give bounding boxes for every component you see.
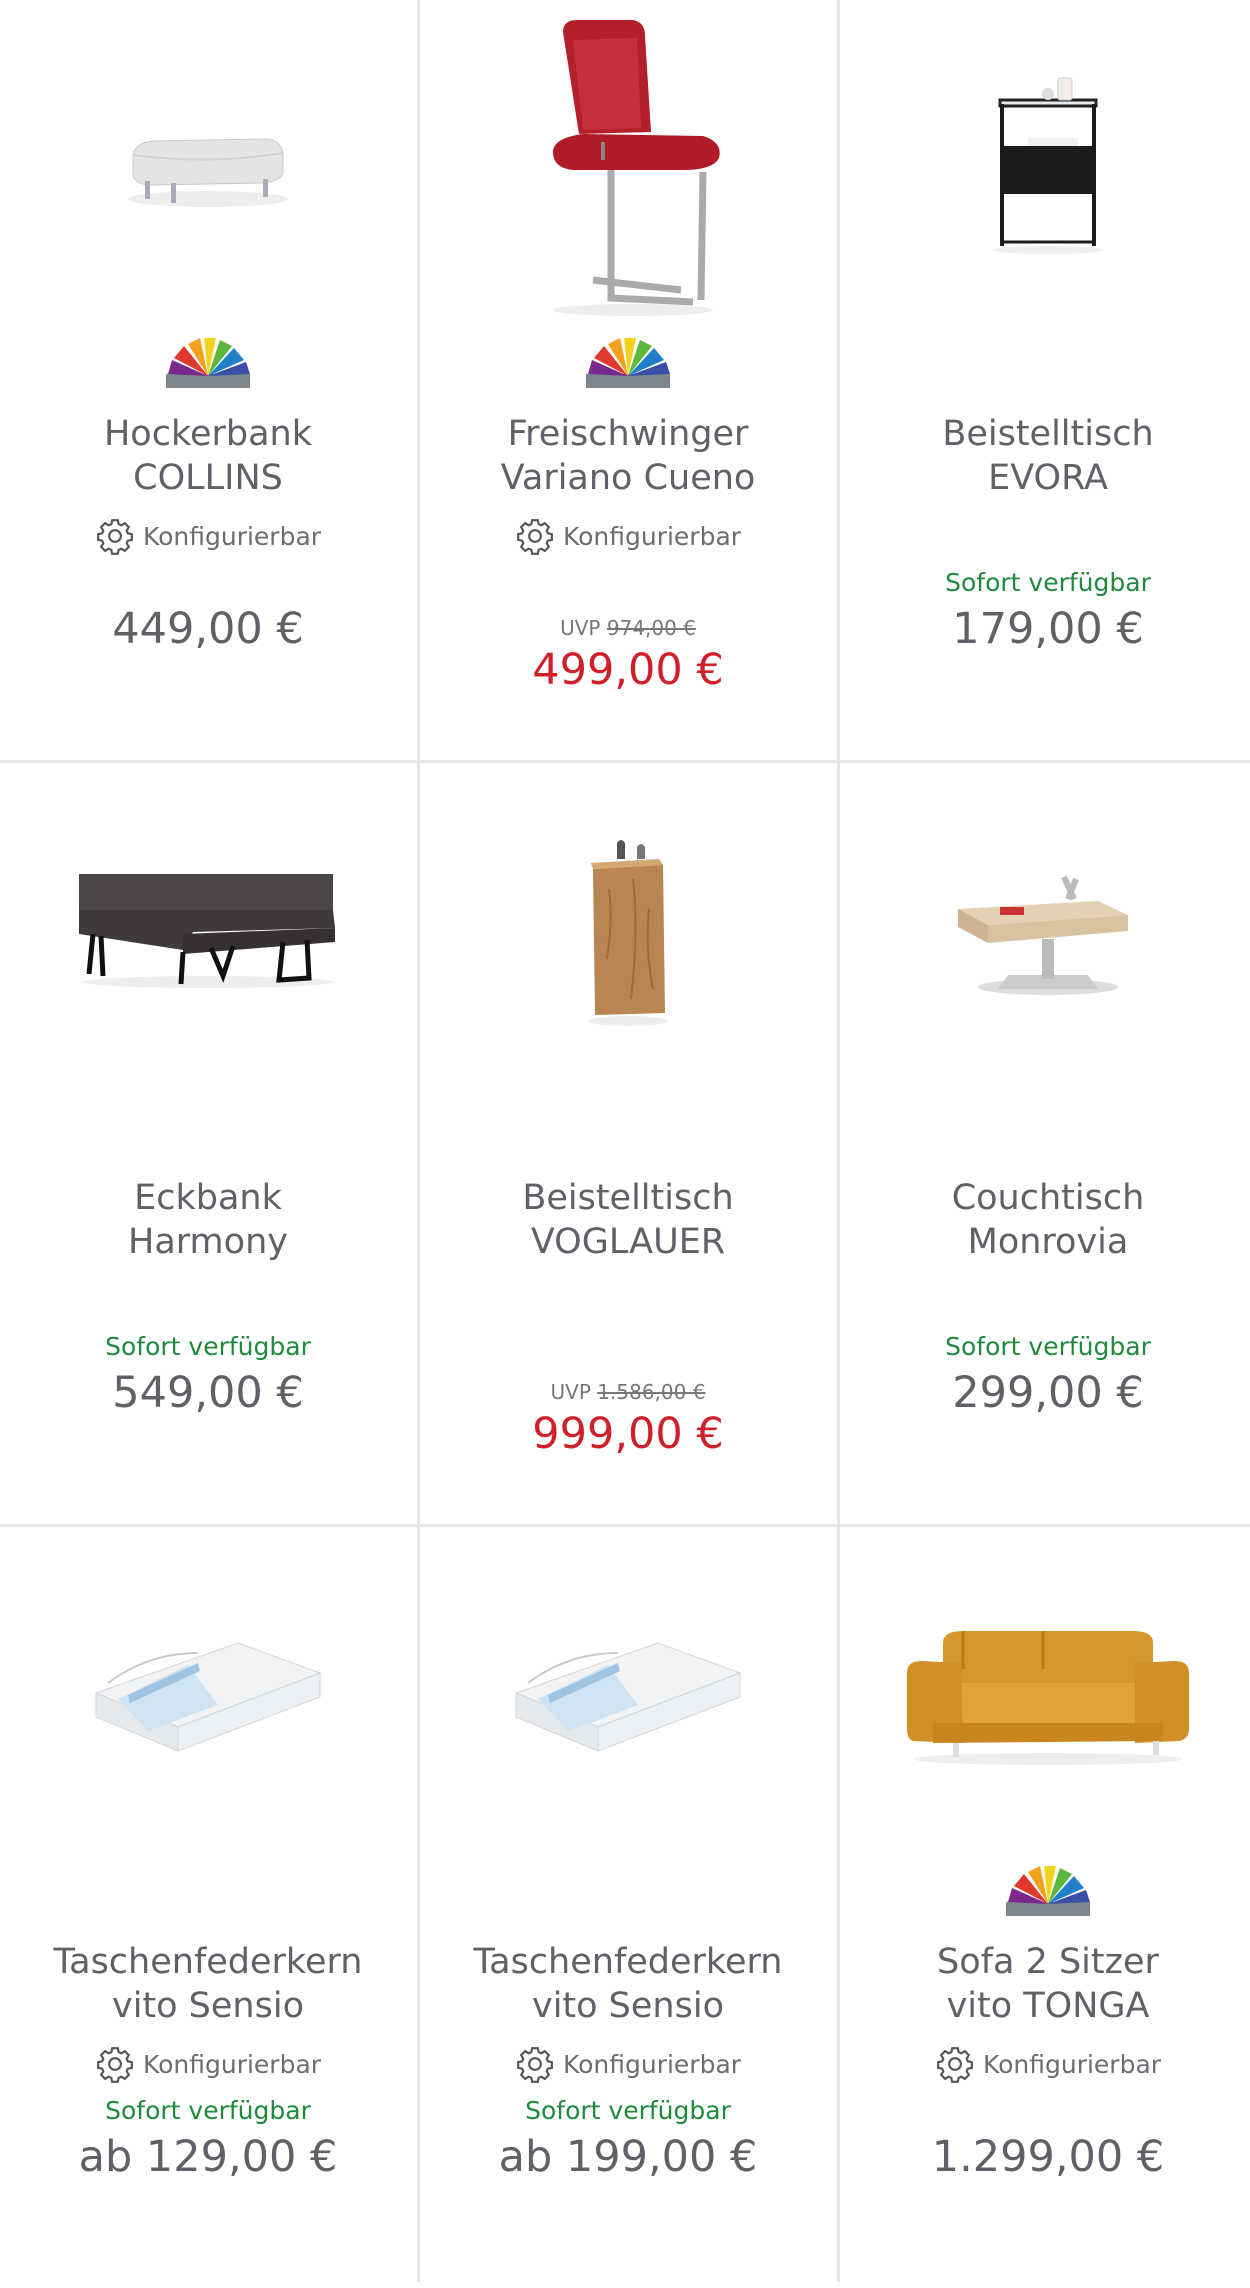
configurable-badge: Konfigurierbar <box>0 2044 416 2084</box>
product-title[interactable]: Taschenfederkern vito Sensio <box>440 1940 816 2028</box>
product-title-line1[interactable]: Beistelltisch <box>860 412 1236 456</box>
product-title-line1[interactable]: Eckbank <box>20 1176 396 1220</box>
product-title-line2[interactable]: Monrovia <box>860 1220 1236 1264</box>
product-image[interactable] <box>420 764 836 1094</box>
wood-pedestal-image <box>588 840 668 1026</box>
sale-price: 499,00 € <box>532 645 724 695</box>
grid-divider <box>0 760 1250 763</box>
configurable-label: Konfigurierbar <box>142 2049 322 2079</box>
gear-icon <box>517 2047 553 2083</box>
uvp-price: UVP 974,00 € <box>420 616 836 640</box>
color-variants-icon <box>586 338 670 388</box>
product-title[interactable]: Hockerbank COLLINS <box>20 412 396 500</box>
product-card[interactable]: Sofa 2 Sitzer vito TONGA Konfigurierbar … <box>840 1528 1250 2288</box>
availability-status: Sofort verfügbar <box>945 568 1151 597</box>
product-title-line2[interactable]: COLLINS <box>20 456 396 500</box>
product-title-line1[interactable]: Sofa 2 Sitzer <box>860 1940 1236 1984</box>
product-title[interactable]: Eckbank Harmony <box>20 1176 396 1264</box>
product-price: 1.299,00 € <box>931 2132 1165 2182</box>
availability-status: Sofort verfügbar <box>525 2096 731 2125</box>
product-card[interactable]: Taschenfederkern vito Sensio Konfigurier… <box>0 1528 416 2288</box>
uvp-label: UVP <box>550 1380 591 1404</box>
product-price: 179,00 € <box>952 604 1144 654</box>
availability-status: Sofort verfügbar <box>945 1332 1151 1361</box>
chair-image <box>553 20 720 316</box>
product-card[interactable]: Beistelltisch VOGLAUER UVP 1.586,00 € 99… <box>420 764 836 1524</box>
availability-status: Sofort verfügbar <box>105 1332 311 1361</box>
product-title-line2[interactable]: VOGLAUER <box>440 1220 816 1264</box>
product-card[interactable]: Taschenfederkern vito Sensio Konfigurier… <box>420 1528 836 2288</box>
configurable-badge: Konfigurierbar <box>840 2044 1250 2084</box>
product-card[interactable]: Eckbank Harmony Sofort verfügbar 549,00 … <box>0 764 416 1524</box>
gear-icon <box>97 519 133 555</box>
product-image[interactable] <box>840 1528 1250 1858</box>
product-card[interactable]: Freischwinger Variano Cueno Konfigurierb… <box>420 0 836 760</box>
availability-status: Sofort verfügbar <box>105 2096 311 2125</box>
color-variants-icon <box>1006 1866 1090 1916</box>
sale-price: 999,00 € <box>532 1409 724 1459</box>
uvp-label: UVP <box>560 616 601 640</box>
product-title-line2[interactable]: vito Sensio <box>440 1984 816 2028</box>
product-title-line2[interactable]: vito Sensio <box>20 1984 396 2028</box>
product-image[interactable] <box>0 0 416 330</box>
side-table-image <box>993 77 1103 254</box>
product-card[interactable]: Beistelltisch EVORA Sofort verfügbar 179… <box>840 0 1250 760</box>
product-title-line2[interactable]: EVORA <box>860 456 1236 500</box>
color-variants-icon <box>166 338 250 388</box>
product-image[interactable] <box>420 1528 836 1858</box>
product-title-line2[interactable]: Harmony <box>20 1220 396 1264</box>
product-title[interactable]: Sofa 2 Sitzer vito TONGA <box>860 1940 1236 2028</box>
configurable-label: Konfigurierbar <box>562 2049 742 2079</box>
configurable-badge: Konfigurierbar <box>420 516 836 556</box>
product-title[interactable]: Taschenfederkern vito Sensio <box>20 1940 396 2028</box>
product-title-line1[interactable]: Beistelltisch <box>440 1176 816 1220</box>
grid-divider <box>0 1524 1250 1527</box>
uvp-price: UVP 1.586,00 € <box>420 1380 836 1404</box>
configurable-label: Konfigurierbar <box>562 521 742 551</box>
product-title[interactable]: Couchtisch Monrovia <box>860 1176 1236 1264</box>
product-title-line1[interactable]: Couchtisch <box>860 1176 1236 1220</box>
mattress-image <box>94 1642 322 1752</box>
configurable-badge: Konfigurierbar <box>0 516 416 556</box>
corner-bench-image <box>79 874 335 988</box>
coffee-table-image <box>958 875 1128 995</box>
product-image[interactable] <box>840 764 1250 1094</box>
product-price: ab 129,00 € <box>78 2132 338 2182</box>
mattress-image <box>514 1642 742 1752</box>
configurable-label: Konfigurierbar <box>982 2049 1162 2079</box>
product-title-line2[interactable]: vito TONGA <box>860 1984 1236 2028</box>
configurable-label: Konfigurierbar <box>142 521 322 551</box>
configurable-badge: Konfigurierbar <box>420 2044 836 2084</box>
product-title-line1[interactable]: Taschenfederkern <box>20 1940 396 1984</box>
product-image[interactable] <box>0 1528 416 1858</box>
sofa-image <box>907 1631 1189 1765</box>
product-card[interactable]: Couchtisch Monrovia Sofort verfügbar 299… <box>840 764 1250 1524</box>
gear-icon <box>517 519 553 555</box>
product-price: 449,00 € <box>112 604 304 654</box>
product-grid: Hockerbank COLLINS Konfigurierbar 449,00… <box>0 0 1250 2282</box>
product-title[interactable]: Freischwinger Variano Cueno <box>440 412 816 500</box>
product-title[interactable]: Beistelltisch EVORA <box>860 412 1236 500</box>
product-title-line1[interactable]: Hockerbank <box>20 412 396 456</box>
product-title-line2[interactable]: Variano Cueno <box>440 456 816 500</box>
product-title-line1[interactable]: Freischwinger <box>440 412 816 456</box>
product-image[interactable] <box>420 0 836 330</box>
product-price: 299,00 € <box>952 1368 1144 1418</box>
product-price: 549,00 € <box>112 1368 304 1418</box>
product-card[interactable]: Hockerbank COLLINS Konfigurierbar 449,00… <box>0 0 416 760</box>
product-title-line1[interactable]: Taschenfederkern <box>440 1940 816 1984</box>
gear-icon <box>97 2047 133 2083</box>
product-image[interactable] <box>840 0 1250 330</box>
uvp-old-price: 1.586,00 € <box>597 1380 706 1404</box>
ottoman-image <box>128 138 288 207</box>
product-price: ab 199,00 € <box>498 2132 758 2182</box>
product-image[interactable] <box>0 764 416 1094</box>
product-title[interactable]: Beistelltisch VOGLAUER <box>440 1176 816 1264</box>
gear-icon <box>937 2047 973 2083</box>
uvp-old-price: 974,00 € <box>606 616 696 640</box>
